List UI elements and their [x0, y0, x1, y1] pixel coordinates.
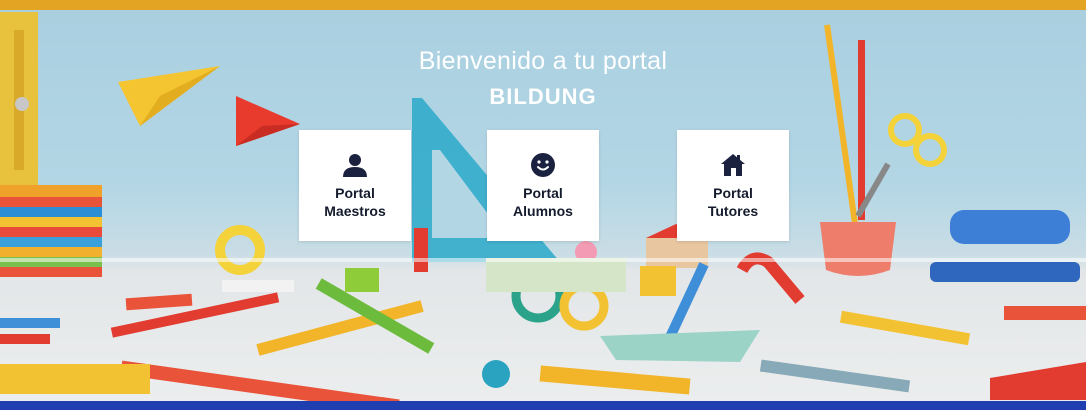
smiley-icon [531, 152, 555, 177]
portal-tutores-label: Portal Tutores [708, 184, 758, 220]
home-icon [721, 153, 745, 176]
portal-maestros-card[interactable]: Portal Maestros [299, 130, 411, 241]
portal-alumnos-label: Portal Alumnos [513, 184, 573, 220]
welcome-text: Bienvenido a tu portal [418, 47, 668, 75]
hero-heading: Bienvenido a tu portal BILDUNG [0, 44, 1086, 112]
portal-maestros-label: Portal Maestros [324, 184, 385, 220]
bottom-accent-bar [0, 401, 1086, 410]
hero-banner: Bienvenido a tu portal BILDUNG Portal Ma… [0, 0, 1086, 410]
portal-tutores-line2: Tutores [707, 202, 759, 219]
portal-alumnos-line1: Portal [523, 184, 563, 201]
user-icon [343, 153, 367, 177]
brand-title: BILDUNG [489, 84, 597, 109]
portal-maestros-line1: Portal [335, 184, 375, 201]
portal-tutores-line1: Portal [713, 184, 753, 201]
table-edge [0, 258, 1086, 262]
portal-maestros-line2: Maestros [324, 202, 386, 219]
portal-alumnos-card[interactable]: Portal Alumnos [487, 130, 599, 241]
portal-tutores-card[interactable]: Portal Tutores [677, 130, 789, 241]
portal-alumnos-line2: Alumnos [513, 202, 573, 219]
